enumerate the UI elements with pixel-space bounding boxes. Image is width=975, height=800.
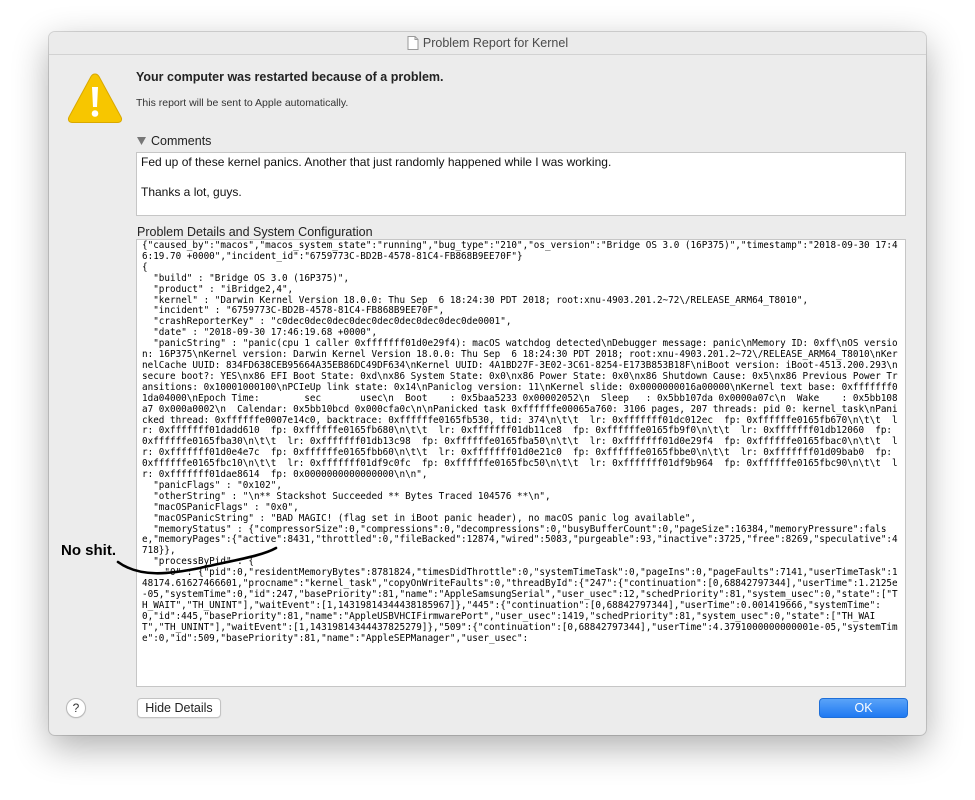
annotation-label: No shit. [61, 542, 116, 559]
alert-subline: This report will be sent to Apple automa… [136, 97, 349, 109]
warning-icon [67, 73, 123, 123]
disclosure-triangle-icon [137, 137, 146, 145]
title-wrap: Problem Report for Kernel [407, 36, 568, 50]
comments-textarea[interactable]: Fed up of these kernel panics. Another t… [136, 152, 906, 216]
comments-line-1: Fed up of these kernel panics. Another t… [141, 155, 612, 169]
window-title: Problem Report for Kernel [422, 36, 569, 50]
comments-disclosure[interactable]: Comments [137, 134, 211, 148]
details-text: {"caused_by":"macos","macos_system_state… [142, 240, 898, 644]
help-button[interactable]: ? [66, 698, 86, 718]
document-icon [407, 36, 419, 50]
details-text-view[interactable]: {"caused_by":"macos","macos_system_state… [136, 239, 906, 687]
details-label: Problem Details and System Configuration [137, 225, 373, 239]
alert-headline: Your computer was restarted because of a… [136, 70, 444, 84]
ok-button[interactable]: OK [819, 698, 908, 718]
title-bar[interactable]: Problem Report for Kernel [49, 32, 926, 55]
comments-line-2: Thanks a lot, guys. [141, 185, 242, 199]
comments-label: Comments [151, 134, 212, 148]
hide-details-button[interactable]: Hide Details [137, 698, 221, 718]
